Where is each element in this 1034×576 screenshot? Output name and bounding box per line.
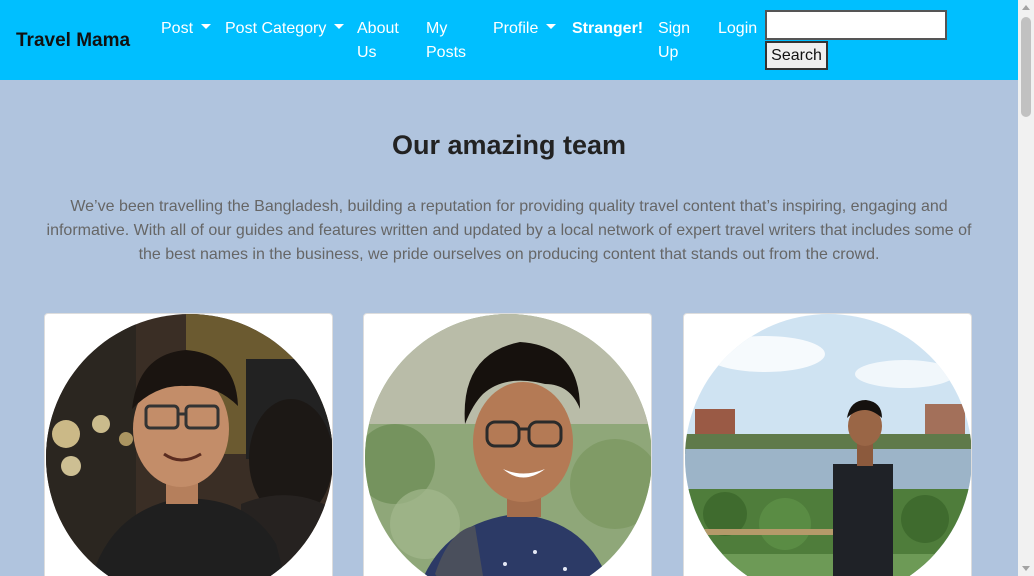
nav-post-label: Post: [161, 20, 194, 37]
nav-my-posts[interactable]: My Posts: [426, 17, 471, 65]
nav-post-category-label: Post Category: [225, 20, 327, 37]
scroll-down-arrow-icon[interactable]: [1022, 566, 1030, 571]
navbar: Travel Mama Post Post Category About Us …: [0, 0, 1018, 80]
team-card: [363, 313, 652, 576]
caret-down-icon: [546, 24, 557, 29]
search-button[interactable]: Search: [765, 41, 828, 70]
team-card: [44, 313, 333, 576]
nav-username: Stranger!: [572, 20, 644, 37]
scrollbar-thumb[interactable]: [1021, 17, 1031, 117]
caret-down-icon: [201, 24, 212, 29]
nav-about-us[interactable]: About Us: [357, 17, 407, 65]
scroll-up-arrow-icon[interactable]: [1022, 5, 1030, 10]
nav-post-dropdown[interactable]: Post: [161, 17, 212, 41]
team-title: Our amazing team: [391, 130, 627, 160]
member-1-photo: [46, 314, 332, 576]
vertical-scrollbar[interactable]: [1018, 0, 1034, 576]
nav-login[interactable]: Login: [718, 17, 757, 41]
search-input[interactable]: [765, 10, 947, 40]
brand-logo[interactable]: Travel Mama: [16, 30, 130, 52]
team-card: [683, 313, 972, 576]
nav-profile-label: Profile: [493, 20, 539, 37]
member-3-photo: [685, 314, 971, 576]
nav-sign-up[interactable]: Sign Up: [658, 17, 698, 65]
member-2-photo: [365, 314, 651, 576]
nav-post-category-dropdown[interactable]: Post Category: [225, 17, 345, 41]
team-intro: We’ve been travelling the Bangladesh, bu…: [46, 198, 972, 263]
caret-down-icon: [334, 24, 345, 29]
nav-profile-dropdown[interactable]: Profile: [493, 17, 557, 41]
